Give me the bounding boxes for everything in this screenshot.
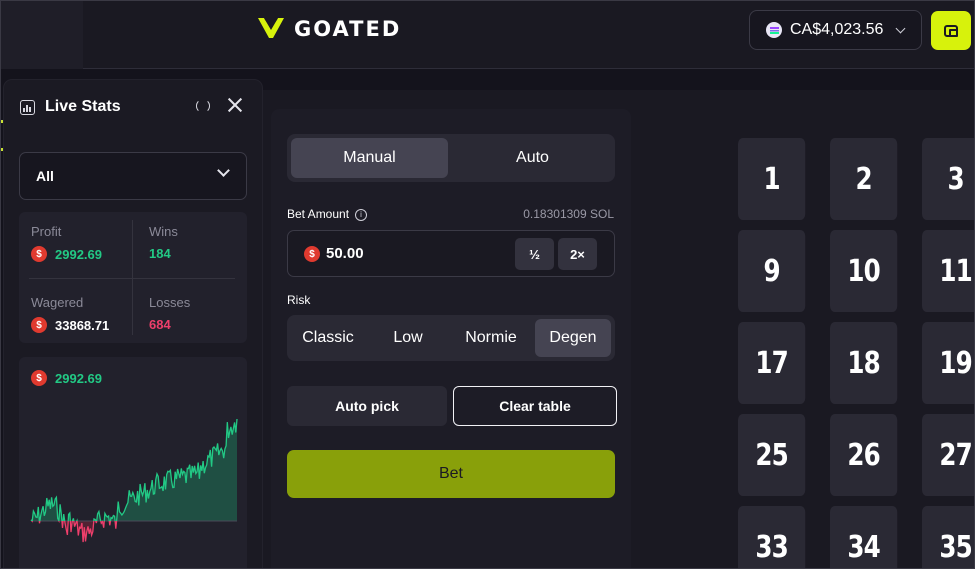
tab-manual[interactable]: Manual: [291, 138, 448, 178]
brand-name: GOATED: [294, 17, 402, 41]
profit-value: 2992.69: [55, 246, 102, 262]
info-icon[interactable]: i: [355, 208, 368, 221]
mode-tabs: Manual Auto: [287, 134, 615, 182]
bet-amount-label: Bet Amount i: [287, 207, 368, 221]
brand-logo[interactable]: GOATED: [256, 16, 401, 42]
refresh-icon[interactable]: [196, 99, 210, 113]
risk-label: Risk: [287, 293, 311, 307]
bet-button[interactable]: Bet: [287, 450, 615, 498]
stats-summary: Profit $2992.69 Wins 184 Wagered $33868.…: [19, 212, 247, 343]
profit-chart: $ 2992.69: [19, 357, 247, 569]
stats-filter-value: All: [36, 168, 54, 184]
clear-table-button[interactable]: Clear table: [453, 386, 617, 426]
number-tile[interactable]: 1: [738, 138, 806, 220]
risk-selector: Classic Low Normie Degen: [287, 315, 615, 361]
balance-value: CA$4,023.56: [790, 21, 884, 38]
number-tile[interactable]: 27: [922, 414, 975, 496]
number-tile[interactable]: 26: [830, 414, 898, 496]
chevron-down-icon: [895, 23, 906, 33]
number-tile[interactable]: 33: [738, 506, 806, 569]
auto-pick-button[interactable]: Auto pick: [287, 386, 447, 426]
losses-label: Losses: [149, 295, 191, 310]
wins-label: Wins: [149, 224, 178, 239]
profit-stat: Profit $2992.69: [31, 224, 102, 262]
double-bet-button[interactable]: 2×: [558, 238, 597, 270]
coin-icon: $: [304, 246, 320, 262]
wallet-button[interactable]: [931, 11, 971, 50]
bet-amount-sol: 0.18301309 SOL: [523, 207, 614, 221]
half-bet-button[interactable]: ½: [515, 238, 554, 270]
number-tile[interactable]: 9: [738, 230, 806, 312]
profit-chart-svg: [30, 418, 238, 543]
wagered-label: Wagered: [31, 295, 84, 310]
sidebar-collapsed-strip: [0, 0, 83, 69]
bet-controls-panel: Manual Auto Bet Amount i 0.18301309 SOL $…: [271, 109, 631, 569]
number-tile[interactable]: 25: [738, 414, 806, 496]
wagered-value: 33868.71: [55, 317, 110, 333]
bet-amount-value: 50.00: [326, 245, 364, 262]
close-icon[interactable]: [226, 96, 244, 114]
wallet-icon: [944, 24, 958, 37]
sidebar-edge-marker: [0, 148, 3, 151]
number-tile[interactable]: 11: [922, 230, 975, 312]
goat-logo-icon: [258, 17, 284, 38]
bar-chart-icon: [20, 99, 35, 115]
sidebar-edge-marker: [0, 120, 3, 123]
wins-value: 184: [149, 246, 171, 261]
number-tile[interactable]: 19: [922, 322, 975, 404]
profit-label: Profit: [31, 224, 62, 239]
number-tile[interactable]: 3: [922, 138, 975, 220]
balance-dropdown[interactable]: CA$4,023.56: [749, 10, 922, 50]
live-stats-panel: Live Stats All Profit $2992.69 Wins 184 …: [4, 80, 262, 569]
losses-stat: Losses 684: [149, 295, 190, 332]
risk-classic[interactable]: Classic: [291, 319, 365, 357]
live-stats-title: Live Stats: [45, 98, 121, 115]
bet-amount-input[interactable]: $ 50.00 ½ 2×: [287, 230, 615, 277]
wins-stat: Wins 184: [149, 224, 178, 261]
live-stats-header: Live Stats: [20, 98, 121, 116]
wagered-stat: Wagered $33868.71: [31, 295, 109, 333]
number-tile[interactable]: 18: [830, 322, 898, 404]
solana-coin-icon: [766, 22, 782, 38]
coin-icon: $: [31, 370, 47, 386]
number-tile[interactable]: 2: [830, 138, 898, 220]
losses-value: 684: [149, 317, 171, 332]
risk-low[interactable]: Low: [371, 319, 445, 357]
risk-degen[interactable]: Degen: [535, 319, 611, 357]
top-bar: GOATED CA$4,023.56: [0, 0, 975, 69]
risk-normie[interactable]: Normie: [452, 319, 530, 357]
chevron-down-icon: [217, 164, 230, 177]
number-tile[interactable]: 35: [922, 506, 975, 569]
tab-auto[interactable]: Auto: [454, 138, 611, 178]
number-tile[interactable]: 17: [738, 322, 806, 404]
number-tile[interactable]: 34: [830, 506, 898, 569]
number-tile[interactable]: 10: [830, 230, 898, 312]
chart-profit-label: $ 2992.69: [31, 370, 102, 386]
chart-profit-value: 2992.69: [55, 370, 102, 386]
coin-icon: $: [31, 317, 47, 333]
stats-filter-select[interactable]: All: [19, 152, 247, 200]
coin-icon: $: [31, 246, 47, 262]
